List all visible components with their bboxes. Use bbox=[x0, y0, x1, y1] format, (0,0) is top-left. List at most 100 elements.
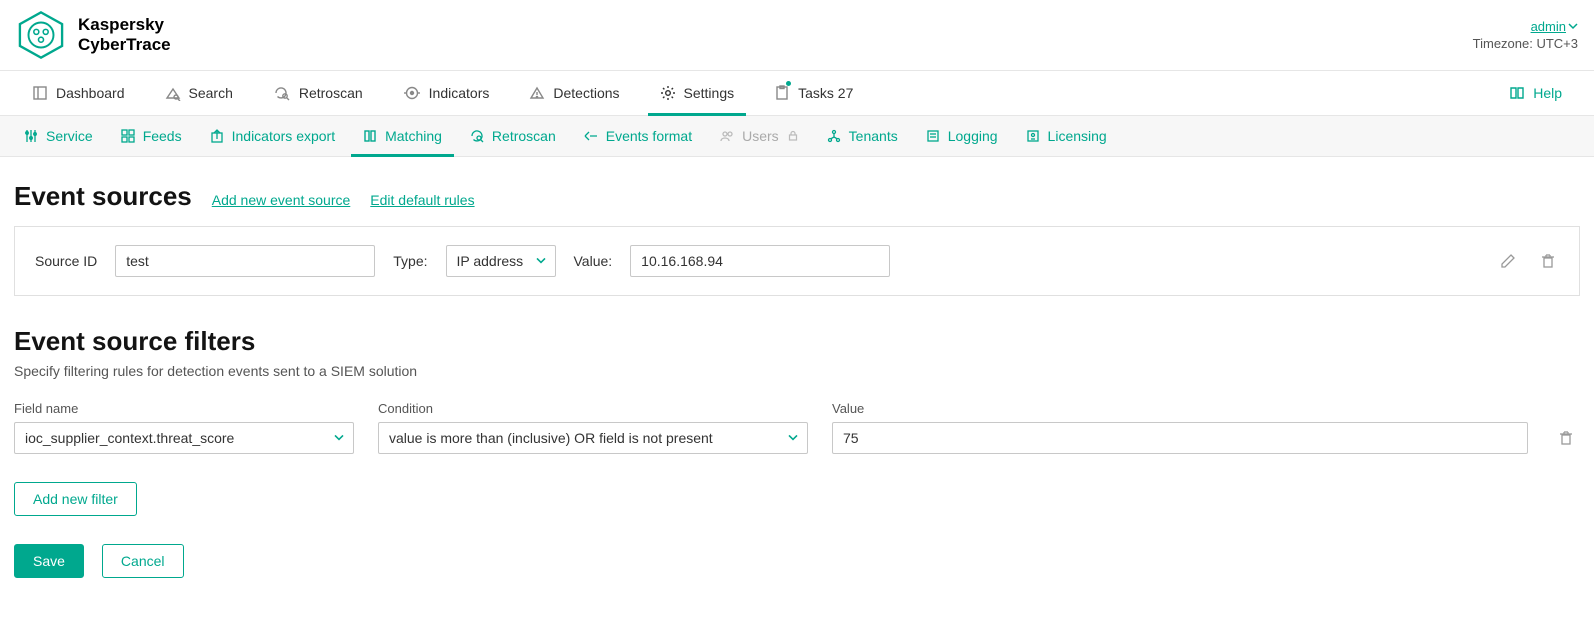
user-menu[interactable]: admin bbox=[1531, 19, 1578, 34]
source-id-input[interactable] bbox=[115, 245, 375, 277]
trash-icon bbox=[1558, 430, 1574, 446]
type-label: Type: bbox=[393, 253, 427, 269]
subnav-users: Users bbox=[706, 116, 813, 156]
tenants-icon bbox=[827, 129, 841, 143]
nav-dashboard[interactable]: Dashboard bbox=[12, 71, 145, 115]
detections-icon bbox=[529, 85, 545, 101]
save-button[interactable]: Save bbox=[14, 544, 84, 578]
events-format-icon bbox=[584, 129, 598, 143]
nav-search[interactable]: Search bbox=[145, 71, 253, 115]
condition-label: Condition bbox=[378, 401, 808, 416]
nav-label: Indicators bbox=[429, 85, 490, 101]
subnav-feeds[interactable]: Feeds bbox=[107, 116, 196, 156]
nav-label: Tasks 27 bbox=[798, 85, 853, 101]
condition-select-value: value is more than (inclusive) OR field … bbox=[389, 430, 713, 446]
nav-label: Settings bbox=[684, 85, 735, 101]
filter-row: Field name ioc_supplier_context.threat_s… bbox=[14, 401, 1580, 454]
matching-icon bbox=[363, 129, 377, 143]
licensing-icon bbox=[1026, 129, 1040, 143]
subnav-label: Tenants bbox=[849, 128, 898, 144]
users-icon bbox=[720, 129, 734, 143]
nav-retroscan[interactable]: Retroscan bbox=[253, 71, 383, 115]
cancel-button[interactable]: Cancel bbox=[102, 544, 184, 578]
export-icon bbox=[210, 129, 224, 143]
tasks-badge-dot bbox=[786, 81, 791, 86]
chevron-down-icon bbox=[535, 254, 547, 266]
event-source-row: Source ID Type: IP address Value: bbox=[14, 226, 1580, 296]
subnav-tenants[interactable]: Tenants bbox=[813, 116, 912, 156]
subnav-label: Licensing bbox=[1048, 128, 1107, 144]
subnav-label: Feeds bbox=[143, 128, 182, 144]
user-name: admin bbox=[1531, 19, 1566, 34]
filter-value-input[interactable] bbox=[832, 422, 1528, 454]
sliders-icon bbox=[24, 129, 38, 143]
help-icon bbox=[1509, 85, 1525, 101]
field-name-select-value: ioc_supplier_context.threat_score bbox=[25, 430, 234, 446]
chevron-down-icon bbox=[787, 431, 799, 443]
subnav-label: Indicators export bbox=[232, 128, 336, 144]
subnav-indicators-export[interactable]: Indicators export bbox=[196, 116, 350, 156]
field-name-label: Field name bbox=[14, 401, 354, 416]
delete-source-button[interactable] bbox=[1537, 250, 1559, 272]
nav-help[interactable]: Help bbox=[1489, 71, 1582, 115]
source-id-label: Source ID bbox=[35, 253, 97, 269]
type-select[interactable]: IP address bbox=[446, 245, 556, 277]
indicators-icon bbox=[403, 85, 421, 101]
brand-line2: CyberTrace bbox=[78, 35, 171, 55]
retroscan-icon bbox=[470, 129, 484, 143]
event-sources-title: Event sources bbox=[14, 181, 192, 212]
value-input[interactable] bbox=[630, 245, 890, 277]
subnav-service[interactable]: Service bbox=[10, 116, 107, 156]
brand-logo-icon bbox=[16, 10, 66, 60]
lock-icon bbox=[787, 130, 799, 142]
subnav-label: Users bbox=[742, 128, 779, 144]
edit-button[interactable] bbox=[1497, 250, 1519, 272]
top-nav: Dashboard Search Retroscan Indicators De… bbox=[0, 70, 1594, 116]
field-name-select[interactable]: ioc_supplier_context.threat_score bbox=[14, 422, 354, 454]
subnav-matching[interactable]: Matching bbox=[349, 116, 456, 156]
subnav-label: Service bbox=[46, 128, 93, 144]
condition-select[interactable]: value is more than (inclusive) OR field … bbox=[378, 422, 808, 454]
chevron-down-icon bbox=[1568, 19, 1578, 34]
value-label: Value: bbox=[574, 253, 613, 269]
subnav-retroscan[interactable]: Retroscan bbox=[456, 116, 570, 156]
edit-default-rules-link[interactable]: Edit default rules bbox=[370, 192, 474, 208]
subnav-label: Logging bbox=[948, 128, 998, 144]
subnav-label: Matching bbox=[385, 128, 442, 144]
add-filter-button[interactable]: Add new filter bbox=[14, 482, 137, 516]
brand: Kaspersky CyberTrace bbox=[16, 10, 171, 60]
settings-subnav: Service Feeds Indicators export Matching… bbox=[0, 116, 1594, 157]
trash-icon bbox=[1540, 253, 1556, 269]
grid-icon bbox=[121, 129, 135, 143]
nav-settings[interactable]: Settings bbox=[640, 71, 755, 115]
nav-label: Retroscan bbox=[299, 85, 363, 101]
nav-label: Detections bbox=[553, 85, 619, 101]
retroscan-icon bbox=[273, 85, 291, 101]
value-col-label: Value bbox=[832, 401, 1528, 416]
gear-icon bbox=[660, 85, 676, 101]
add-event-source-link[interactable]: Add new event source bbox=[212, 192, 351, 208]
brand-text: Kaspersky CyberTrace bbox=[78, 15, 171, 54]
search-icon bbox=[165, 85, 181, 101]
nav-tasks[interactable]: Tasks 27 bbox=[754, 71, 873, 115]
timezone-label: Timezone: UTC+3 bbox=[1473, 36, 1578, 51]
nav-indicators[interactable]: Indicators bbox=[383, 71, 510, 115]
nav-label: Search bbox=[189, 85, 233, 101]
brand-line1: Kaspersky bbox=[78, 15, 171, 35]
subnav-licensing[interactable]: Licensing bbox=[1012, 116, 1121, 156]
logging-icon bbox=[926, 129, 940, 143]
nav-label: Dashboard bbox=[56, 85, 125, 101]
subnav-label: Retroscan bbox=[492, 128, 556, 144]
nav-detections[interactable]: Detections bbox=[509, 71, 639, 115]
nav-label: Help bbox=[1533, 85, 1562, 101]
chevron-down-icon bbox=[333, 431, 345, 443]
filters-subtitle: Specify filtering rules for detection ev… bbox=[14, 363, 1580, 379]
type-select-value: IP address bbox=[457, 253, 524, 269]
subnav-logging[interactable]: Logging bbox=[912, 116, 1012, 156]
tasks-icon bbox=[774, 85, 790, 101]
header-right: admin Timezone: UTC+3 bbox=[1473, 19, 1578, 51]
delete-filter-button[interactable] bbox=[1555, 427, 1577, 449]
subnav-label: Events format bbox=[606, 128, 692, 144]
dashboard-icon bbox=[32, 85, 48, 101]
subnav-events-format[interactable]: Events format bbox=[570, 116, 706, 156]
